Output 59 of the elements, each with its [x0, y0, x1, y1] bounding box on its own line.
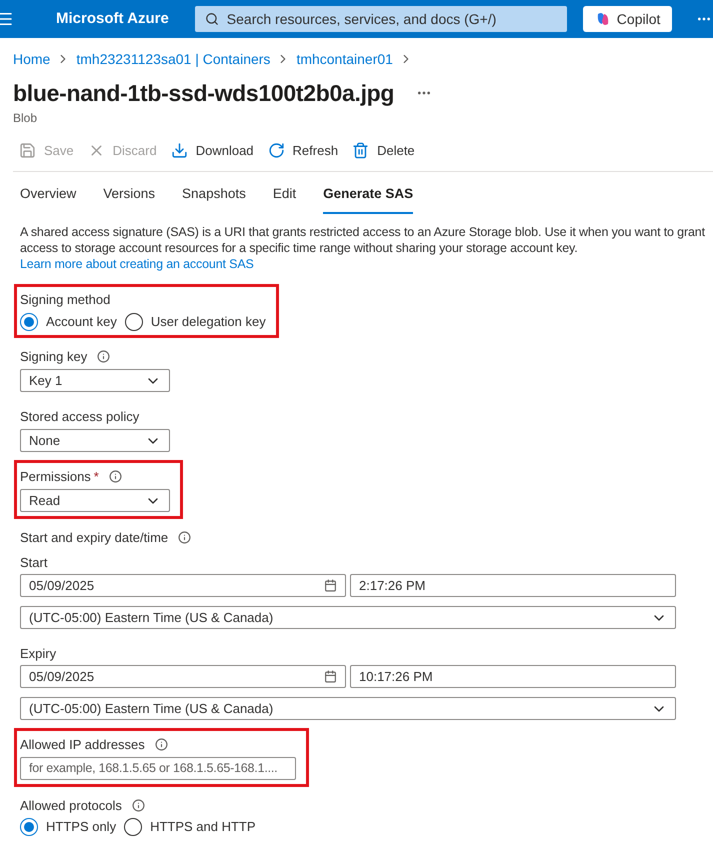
copilot-button[interactable]: Copilot — [582, 6, 672, 32]
info-icon[interactable] — [132, 798, 145, 812]
tab[interactable]: Edit — [272, 184, 296, 214]
info-icon[interactable] — [154, 738, 168, 751]
toolbar-button[interactable]: Delete — [352, 140, 415, 160]
toolbar-button[interactable]: Download — [170, 140, 254, 160]
required-mark: * — [94, 468, 99, 486]
radio-icon[interactable] — [20, 818, 38, 836]
toolbar-button[interactable]: Refresh — [268, 140, 338, 160]
tab[interactable]: Generate SAS — [323, 184, 414, 214]
calendar-icon — [324, 579, 337, 592]
save-icon — [19, 142, 36, 159]
radio-icon[interactable] — [124, 818, 142, 836]
radio-option[interactable]: HTTPS only — [20, 817, 116, 837]
dropdown[interactable]: (UTC-05:00) Eastern Time (US & Canada) — [20, 697, 676, 720]
menu-icon[interactable] — [0, 10, 14, 28]
info-icon[interactable] — [178, 530, 192, 544]
tab[interactable]: Overview — [20, 184, 76, 214]
date-field[interactable]: 05/09/2025 — [20, 574, 346, 598]
field-label: Start and expiry date/time — [20, 528, 168, 547]
field-label: Allowed IP addresses — [20, 736, 145, 754]
field-label: Permissions — [20, 468, 91, 486]
field-label: Start — [20, 554, 48, 572]
dropdown[interactable]: Key 1 — [20, 369, 170, 392]
radio-icon[interactable] — [20, 312, 38, 330]
search-field[interactable]: Search resources, services, and docs (G+/) — [194, 6, 567, 32]
radio-option[interactable]: HTTPS and HTTP — [124, 817, 256, 837]
brand-name[interactable]: Microsoft Azure — [56, 8, 169, 30]
calendar-icon — [324, 670, 337, 684]
field-label: Signing key — [20, 348, 88, 366]
refresh-icon — [268, 142, 285, 159]
radio-icon[interactable] — [124, 312, 143, 330]
dropdown[interactable]: (UTC-05:00) Eastern Time (US & Canada) — [20, 606, 676, 630]
page-title: blue-nand-1tb-ssd-wds100t2b0a.jpg — [13, 79, 394, 108]
field-label: Signing method — [20, 291, 110, 309]
page-subtitle: Blob — [13, 110, 38, 126]
learn-more-link[interactable]: Learn more about creating an account SAS — [20, 256, 254, 272]
breadcrumb-link[interactable]: tmhcontainer01 — [296, 48, 393, 70]
search-icon — [204, 12, 219, 26]
breadcrumb-link[interactable]: tmh23231123sa01 | Containers — [76, 48, 270, 70]
field-label: Expiry — [20, 644, 56, 663]
radio-option[interactable]: User delegation key — [124, 312, 266, 332]
download-icon — [170, 142, 188, 159]
time-field[interactable]: 2:17:26 PM — [350, 574, 676, 598]
input-field[interactable]: for example, 168.1.5.65 or 168.1.5.65-168.1.... — [20, 757, 296, 780]
delete-icon — [352, 142, 370, 159]
info-icon[interactable] — [97, 350, 110, 363]
tab[interactable]: Snapshots — [182, 184, 246, 214]
field-label: Stored access policy — [20, 408, 140, 426]
info-icon[interactable] — [108, 470, 122, 483]
dropdown[interactable]: Read — [20, 489, 170, 512]
time-field[interactable]: 10:17:26 PM — [350, 665, 676, 688]
radio-option[interactable]: Account key — [20, 312, 117, 332]
breadcrumb-link[interactable]: Home — [13, 48, 50, 70]
description-text: A shared access signature (SAS) is a URI that grants restricted access to an Azure Storage blob. Use it when you want to grant access to storage account resources for a specific time range without sharing your storage account key. Learn more about creating an account SAS — [20, 224, 706, 272]
date-field[interactable]: 05/09/2025 — [20, 665, 346, 688]
tab[interactable]: Versions — [103, 184, 156, 214]
dropdown[interactable]: None — [20, 429, 170, 452]
field-label: Allowed protocols — [20, 796, 122, 815]
